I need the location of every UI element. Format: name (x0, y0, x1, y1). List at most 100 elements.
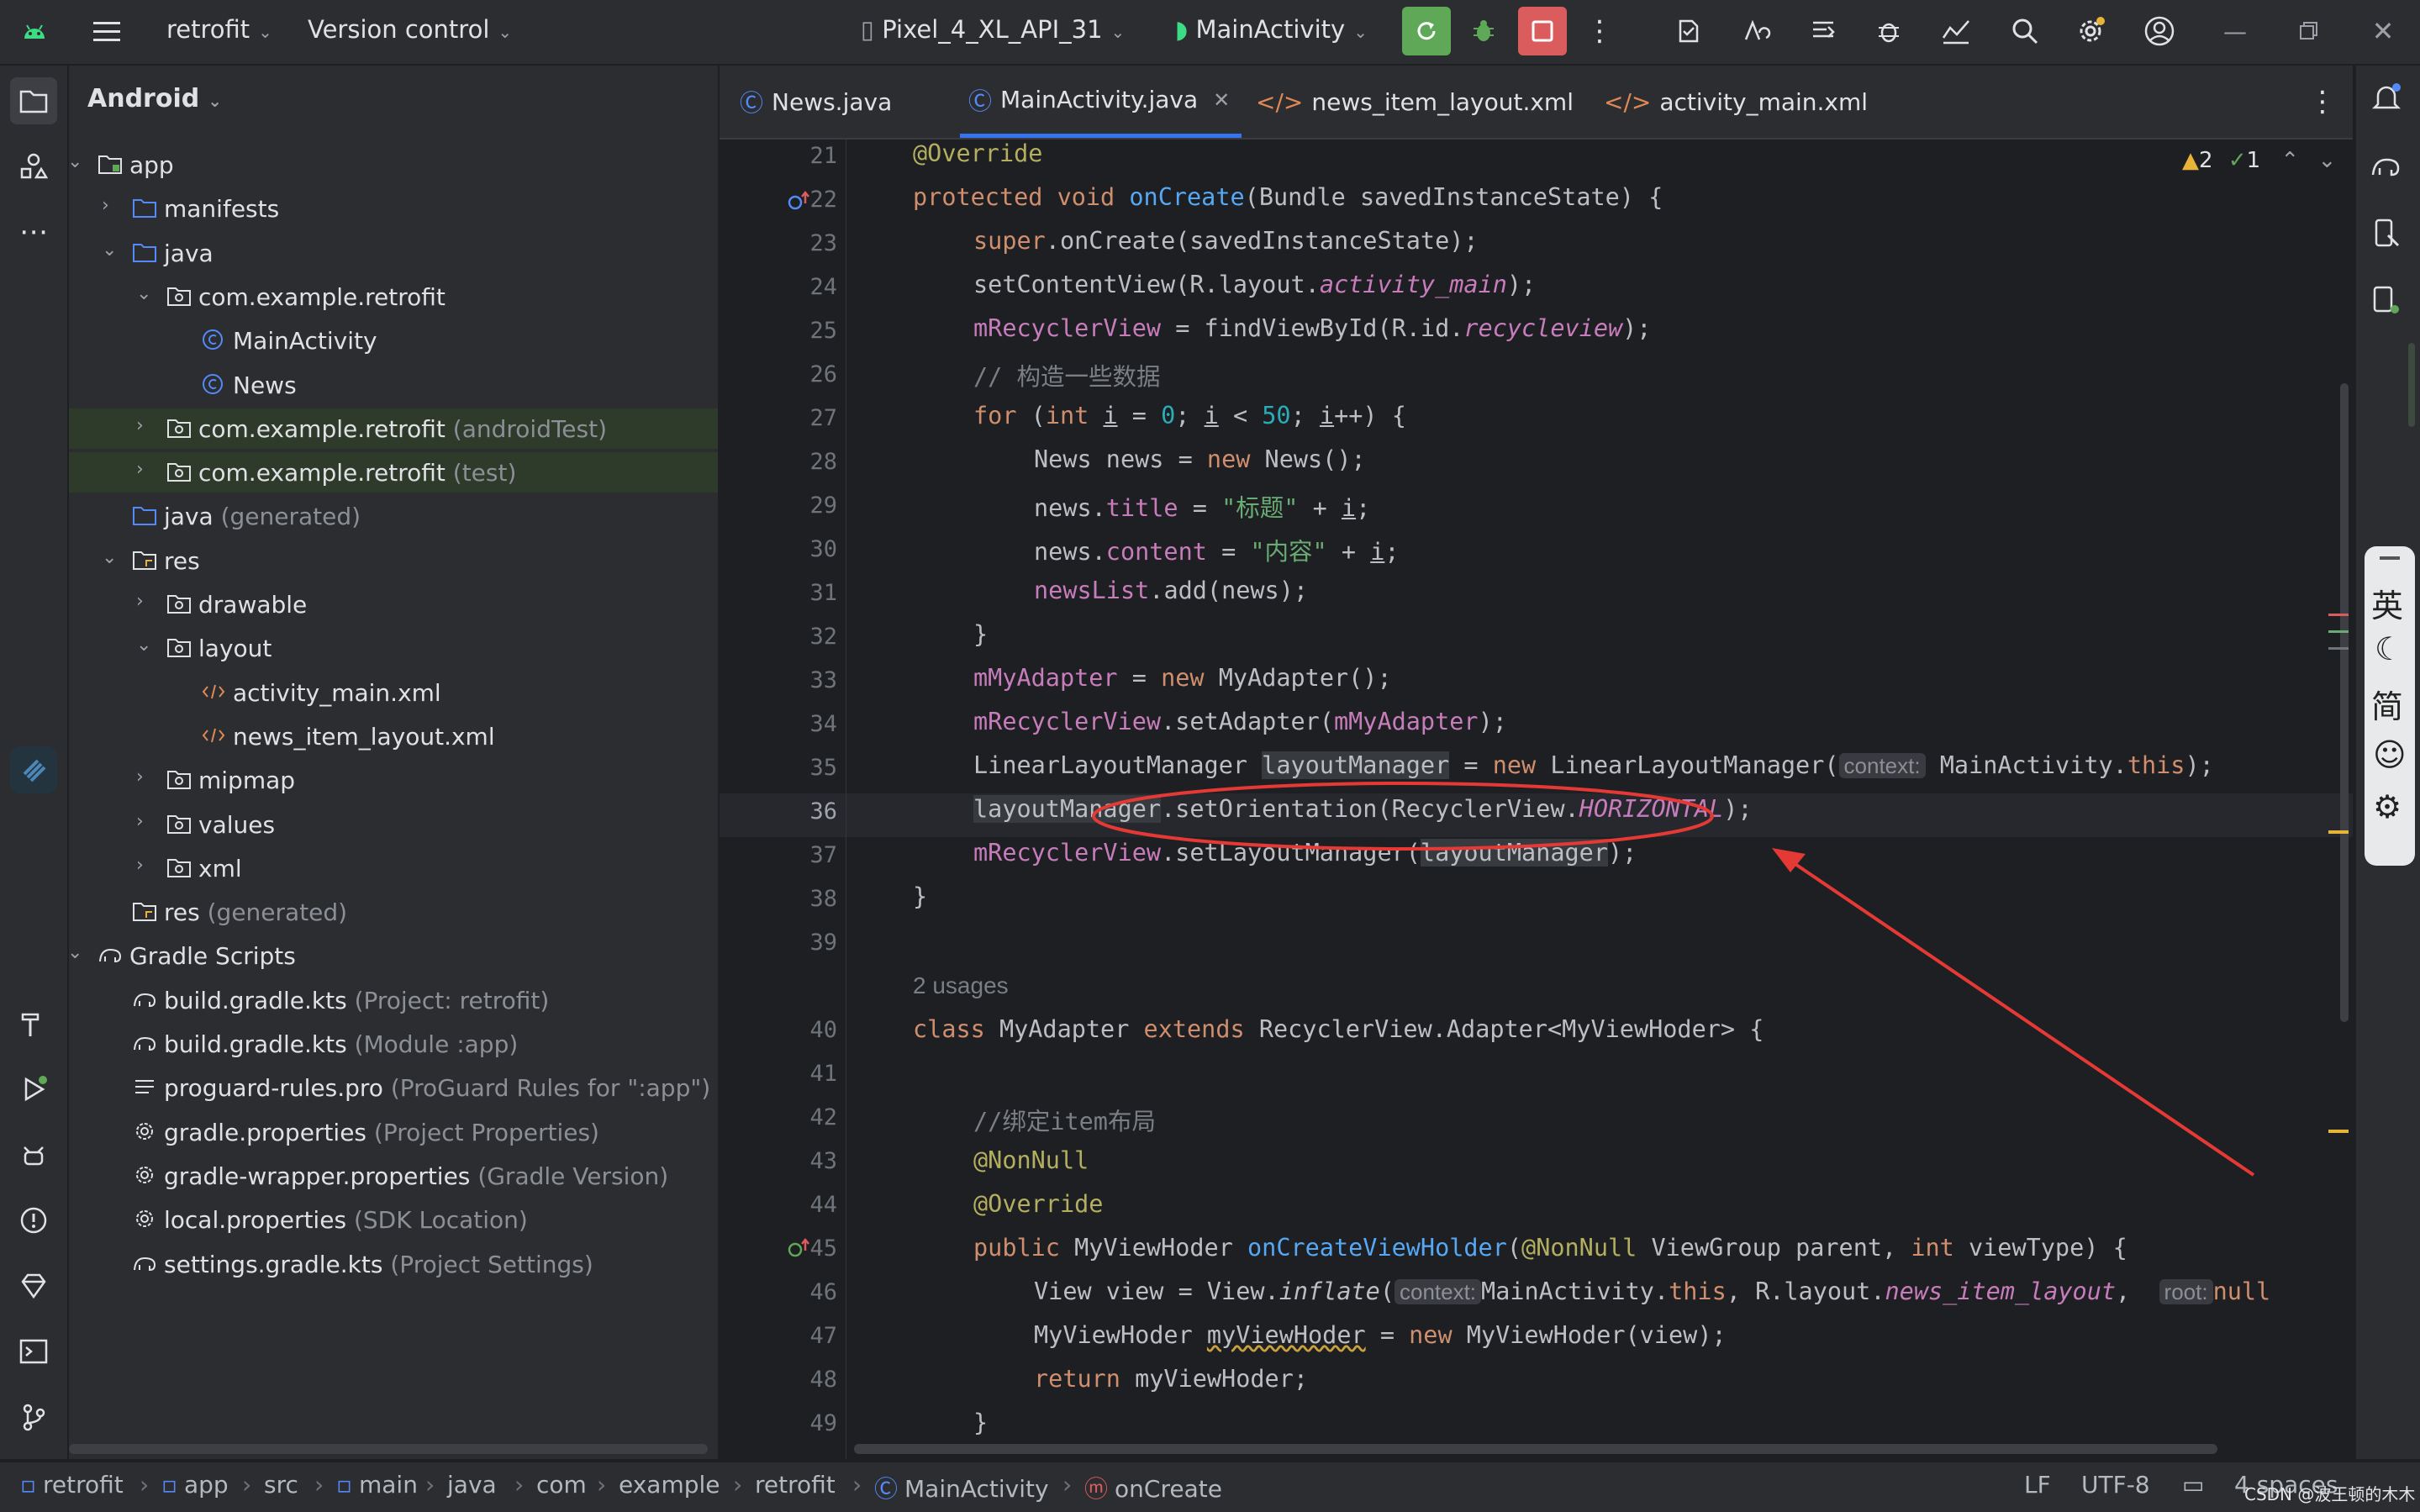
debug-icon[interactable] (1464, 12, 1503, 50)
warning-stripe-marker[interactable] (2328, 1130, 2349, 1133)
notifications-bell-icon[interactable] (2370, 81, 2403, 118)
emoji-icon[interactable]: ☺ (2373, 736, 2407, 773)
gem-icon[interactable] (10, 1262, 57, 1309)
breadcrumb-item[interactable]: ▫ retrofit (20, 1471, 124, 1499)
stop-button[interactable] (1518, 7, 1567, 55)
run-config-selector[interactable]: ◗ MainActivity ⌄ (1175, 15, 1368, 44)
breadcrumb-item[interactable]: ▫ main (336, 1471, 418, 1499)
chevron-down-icon[interactable]: ⌄ (69, 942, 82, 963)
close-icon[interactable]: ✕ (2364, 12, 2402, 50)
apply-changes-icon[interactable] (1669, 12, 1708, 50)
attach-debugger-icon[interactable] (1869, 12, 1908, 50)
tree-item[interactable]: News (69, 365, 718, 405)
ime-simplified-toggle[interactable]: 简 (2371, 681, 2403, 727)
breadcrumb-item[interactable]: java (447, 1471, 497, 1499)
chevron-right-icon[interactable]: › (136, 811, 144, 832)
chevron-right-icon[interactable]: › (136, 591, 144, 612)
warning-stripe-marker[interactable] (2328, 830, 2349, 834)
chevron-right-icon[interactable]: › (136, 415, 144, 436)
tree-item[interactable]: gradle.properties (Project Properties) (69, 1112, 718, 1152)
minimize-icon[interactable]: — (2216, 12, 2254, 50)
run-icon[interactable] (10, 1066, 57, 1113)
settings-gear-icon[interactable] (2071, 12, 2110, 50)
vertical-scrollbar[interactable] (2340, 383, 2349, 1022)
tree-item[interactable]: ⌄ app (69, 145, 718, 185)
breadcrumb-item[interactable]: com (536, 1471, 587, 1499)
tree-item[interactable]: ⌄ layout (69, 628, 718, 668)
line-ending-widget[interactable]: LF (2024, 1471, 2051, 1499)
change-stripe-marker[interactable] (2328, 630, 2349, 633)
code-editor[interactable]: 21 22 23 24 25 26 27 28 29 30 31 32 33 34 35 36 37 38 39 40… (720, 140, 2353, 1459)
chevron-down-icon[interactable]: ⌄ (102, 240, 117, 261)
tree-item[interactable]: › mipmap (69, 760, 718, 800)
encoding-widget[interactable]: UTF-8 (2081, 1471, 2150, 1499)
chevron-down-icon[interactable]: ⌄ (136, 283, 151, 304)
horizontal-scrollbar[interactable] (854, 1444, 2217, 1454)
tree-item[interactable]: build.gradle.kts (Module :app) (69, 1024, 718, 1064)
horizontal-scrollbar[interactable] (69, 1444, 708, 1454)
problems-icon[interactable] (10, 1197, 57, 1244)
tree-item[interactable]: res (generated) (69, 892, 718, 932)
tree-item[interactable]: ⌄ res (69, 540, 718, 581)
tab-close-icon[interactable]: ✕ (1213, 88, 1230, 112)
project-folder-icon[interactable] (10, 77, 57, 124)
chevron-right-icon[interactable]: › (136, 767, 144, 788)
layout-inspector-icon[interactable] (1804, 12, 1843, 50)
chevron-down-icon[interactable]: ⌄ (69, 151, 82, 172)
terminal-icon[interactable] (10, 1328, 57, 1375)
tab-news-java[interactable]: Ⓒ News.java (740, 66, 892, 138)
breadcrumb-item[interactable]: src (264, 1471, 298, 1499)
breadcrumb-item[interactable]: retrofit (755, 1471, 836, 1499)
more-actions-icon[interactable]: ⋮ (1580, 12, 1619, 50)
gradle-elephant-icon[interactable] (2370, 150, 2403, 187)
search-icon[interactable] (2006, 12, 2044, 50)
tree-item[interactable]: › manifests (69, 188, 718, 229)
profiler-icon[interactable] (1937, 12, 1975, 50)
tree-item[interactable]: MainActivity (69, 320, 718, 361)
tree-item[interactable]: local.properties (SDK Location) (69, 1199, 718, 1240)
device-manager-icon[interactable] (2370, 217, 2403, 254)
tree-item[interactable]: gradle-wrapper.properties (Gradle Versio… (69, 1156, 718, 1196)
tab-news-item-layout-xml[interactable]: </> news_item_layout.xml (1256, 66, 1574, 138)
tree-item[interactable]: ⌄ com.example.retrofit (69, 277, 718, 317)
chevron-right-icon[interactable]: › (102, 195, 109, 216)
app-inspection-icon[interactable] (10, 1131, 57, 1178)
project-selector[interactable]: retrofit ⌄ (166, 15, 272, 44)
resource-manager-icon[interactable] (10, 143, 57, 190)
breadcrumb-item[interactable]: Ⓒ MainActivity (874, 1471, 1049, 1504)
tree-item[interactable]: › xml (69, 848, 718, 888)
vcs-selector[interactable]: Version control ⌄ (308, 15, 512, 44)
tree-item[interactable]: activity_main.xml (69, 672, 718, 713)
tree-item[interactable]: ⌄ java (69, 233, 718, 273)
breadcrumb-item[interactable]: ⓜ onCreate (1084, 1471, 1222, 1504)
tab-activity-main-xml[interactable]: </> activity_main.xml (1604, 66, 1868, 138)
error-stripe-marker[interactable] (2328, 614, 2349, 616)
device-selector[interactable]: ▯ Pixel_4_XL_API_31 ⌄ (861, 15, 1125, 44)
tree-item[interactable]: settings.gradle.kts (Project Settings) (69, 1244, 718, 1284)
moon-icon[interactable]: ☾ (2375, 630, 2403, 667)
tab-actions-icon[interactable]: ⋮ (2308, 66, 2337, 138)
tree-item[interactable]: proguard-rules.pro (ProGuard Rules for "… (69, 1067, 718, 1108)
more-tools-icon[interactable]: ⋯ (10, 208, 57, 256)
tree-item[interactable]: › com.example.retrofit (test) (69, 452, 718, 493)
chevron-right-icon[interactable]: › (136, 459, 144, 480)
device-explorer-icon[interactable] (2370, 284, 2403, 321)
chevron-down-icon[interactable]: ⌄ (136, 635, 151, 656)
tree-item[interactable]: news_item_layout.xml (69, 716, 718, 756)
version-control-icon[interactable] (10, 1393, 57, 1441)
tree-item[interactable]: › com.example.retrofit (androidTest) (69, 408, 718, 449)
ime-english-toggle[interactable]: 英 (2371, 580, 2403, 626)
tree-item[interactable]: ⌄ Gradle Scripts (69, 935, 718, 976)
restore-icon[interactable] (2290, 12, 2328, 50)
account-icon[interactable] (2140, 12, 2179, 50)
tree-item[interactable]: › values (69, 804, 718, 845)
stripe-marker[interactable] (2328, 647, 2349, 650)
breadcrumb-item[interactable]: example (619, 1471, 720, 1499)
main-menu-icon[interactable] (87, 12, 126, 50)
breadcrumb-item[interactable]: ▫ app (161, 1471, 229, 1499)
apply-code-changes-icon[interactable] (1737, 12, 1775, 50)
readonly-lock-icon[interactable]: ▭ (2182, 1471, 2204, 1499)
chevron-right-icon[interactable]: › (136, 855, 144, 876)
tree-item[interactable]: build.gradle.kts (Project: retrofit) (69, 980, 718, 1020)
tree-item[interactable]: java (generated) (69, 496, 718, 536)
